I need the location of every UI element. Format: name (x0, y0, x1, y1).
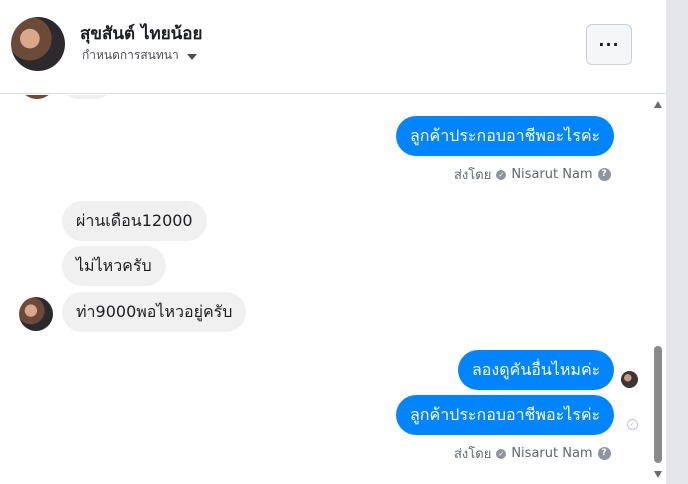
conversation-settings-dropdown[interactable]: กำหนดการสนทนา (82, 46, 197, 65)
sent-by-row: ส่งโดย ✓ Nisarut Nam ? (454, 443, 611, 464)
contact-avatar-small[interactable] (19, 297, 53, 331)
sent-by-row: ส่งโดย ✓ Nisarut Nam ? (454, 164, 611, 185)
more-icon: ··· (598, 35, 620, 54)
sent-by-prefix: ส่งโดย (454, 168, 492, 183)
sent-by-agent-name[interactable]: Nisarut Nam (511, 167, 592, 182)
contact-name[interactable]: สุขสันต์ ไทยน้อย (80, 20, 202, 47)
message-bubble-outgoing[interactable]: ลูกค้าประกอบอาชีพอะไรค่ะ (396, 395, 615, 435)
avatar (20, 95, 54, 99)
sent-by-prefix: ส่งโดย (454, 447, 492, 462)
message-bubble-incoming[interactable]: ท่า9000พอไหวอยู่ครับ (62, 292, 247, 332)
side-panel-edge (666, 0, 688, 484)
help-icon[interactable]: ? (597, 447, 611, 460)
scrollbar-thumb[interactable] (654, 346, 662, 463)
contact-avatar[interactable] (11, 17, 65, 71)
message-bubble-outgoing[interactable]: ลูกค้าประกอบอาชีพอะไรค่ะ (396, 116, 615, 156)
help-icon[interactable]: ? (597, 168, 611, 181)
chevron-down-icon (186, 53, 197, 60)
message-bubble-incoming[interactable]: ไม่ไหวครับ (62, 246, 166, 286)
message-bubble-incoming[interactable]: ผ่านเดือน12000 (62, 201, 207, 241)
seen-avatar-icon (621, 371, 638, 388)
verified-check-icon: ✓ (496, 169, 507, 180)
more-options-button[interactable]: ··· (586, 24, 632, 65)
conversation-header: สุขสันต์ ไทยน้อย กำหนดการสนทนา ··· (0, 0, 666, 94)
scroll-down-arrow-icon[interactable] (654, 471, 662, 478)
message-thread: ลูกค้าประกอบอาชีพอะไรค่ะ ส่งโดย ✓ Nisaru… (0, 95, 650, 484)
sent-check-icon: ✓ (627, 419, 638, 430)
conversation-settings-label: กำหนดการสนทนา (82, 48, 179, 62)
verified-check-icon: ✓ (496, 448, 507, 459)
scroll-up-arrow-icon[interactable] (654, 101, 662, 108)
sent-by-agent-name[interactable]: Nisarut Nam (511, 446, 592, 461)
message-bubble-partial (62, 95, 112, 99)
message-bubble-outgoing[interactable]: ลองดูคันอื่นไหมค่ะ (458, 350, 615, 390)
